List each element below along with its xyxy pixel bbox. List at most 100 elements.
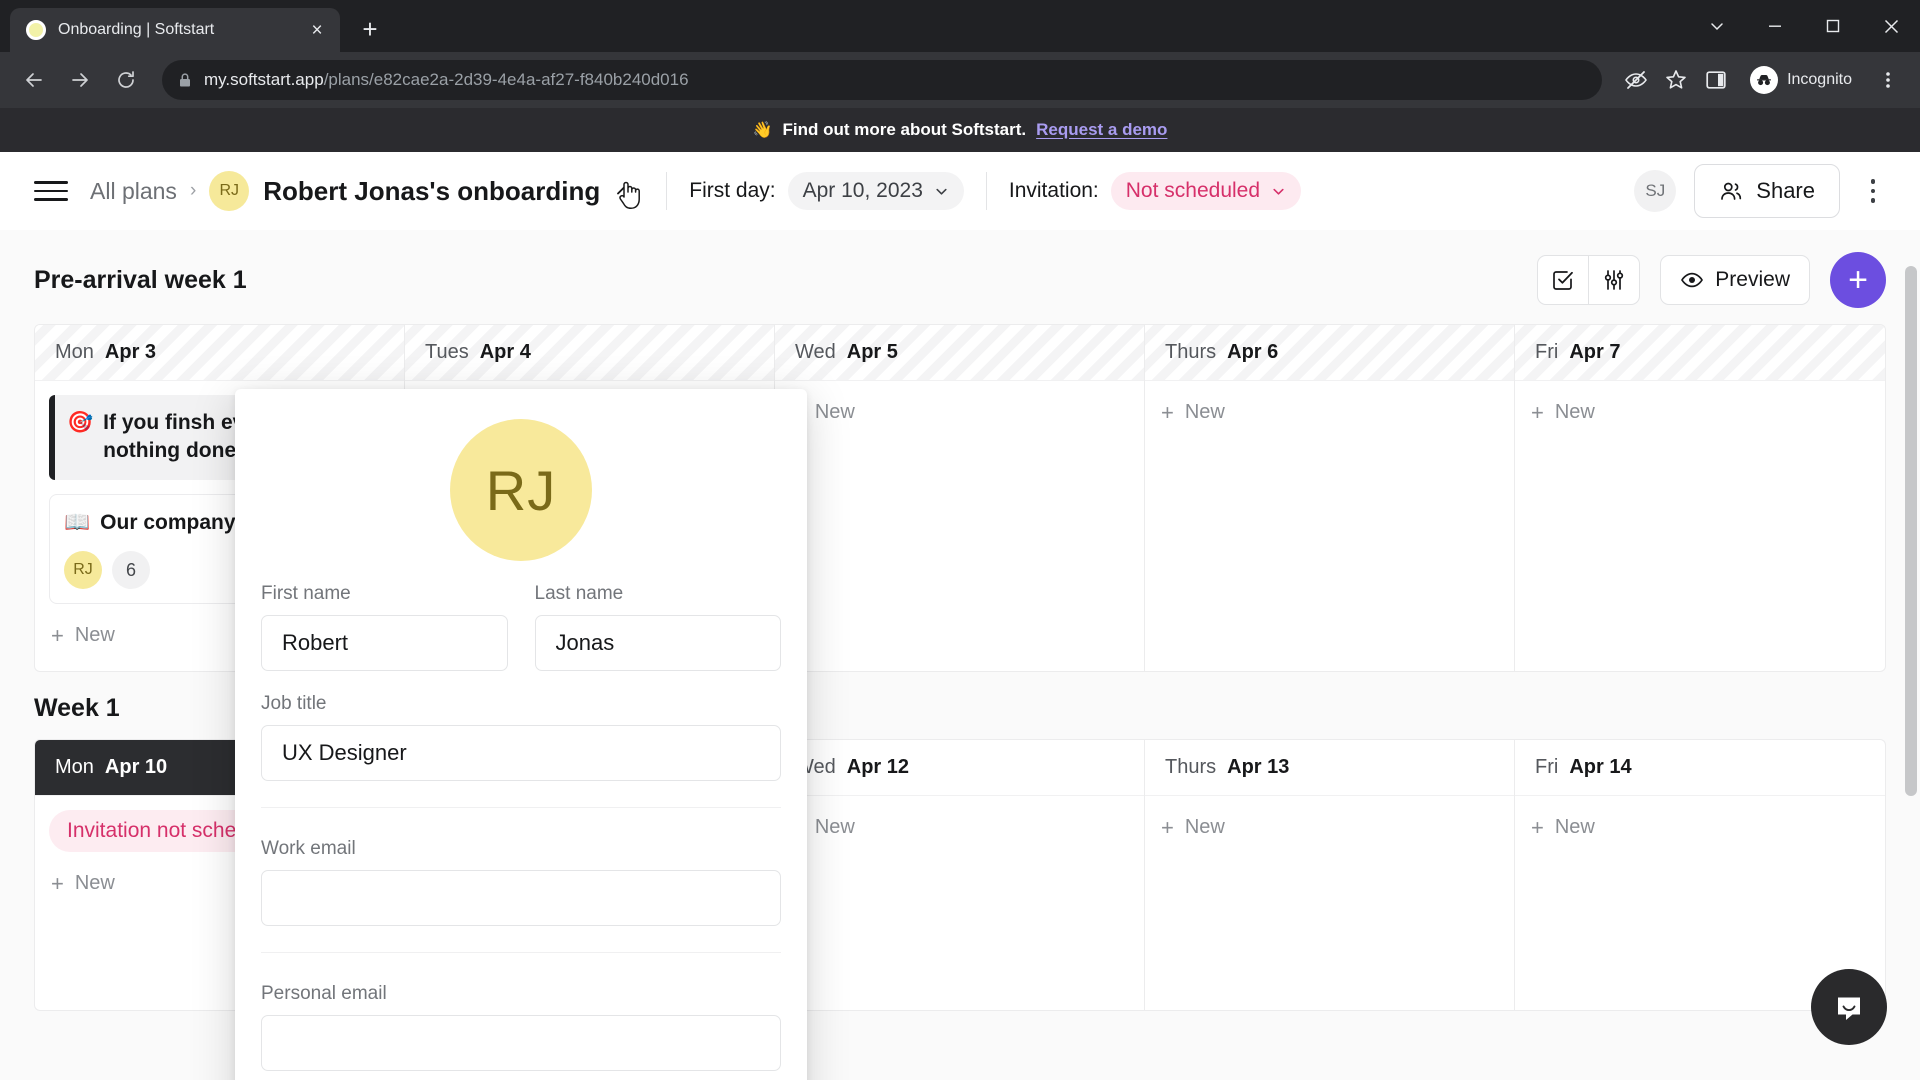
forward-icon[interactable] [60, 60, 100, 100]
plus-icon: + [51, 622, 64, 648]
new-label: New [1554, 401, 1595, 423]
back-icon[interactable] [14, 60, 54, 100]
url-path: /plans/e82cae2a-2d39-4e4a-af27-f840b240d… [323, 70, 689, 89]
browser-tab[interactable]: Onboarding | Softstart × [10, 8, 340, 52]
plan-avatar[interactable]: RJ [209, 171, 250, 211]
plus-icon: + [51, 870, 64, 896]
personal-email-input[interactable] [261, 1015, 781, 1071]
target-emoji-icon: 🎯 [67, 411, 94, 434]
day-of-week: Mon [55, 341, 94, 363]
window-controls [1688, 0, 1920, 52]
first-day-label: First day: [689, 179, 776, 202]
collapse-profile-button[interactable] [604, 171, 644, 211]
new-label: New [74, 872, 115, 895]
add-new-item[interactable]: + New [1159, 395, 1500, 430]
toolbar-actions: Incognito [1618, 62, 1906, 98]
day-column: Fri Apr 7 + New [1515, 325, 1885, 671]
breadcrumb-all-plans[interactable]: All plans [90, 178, 177, 205]
chevron-down-icon [936, 188, 947, 195]
day-body: + New [1515, 796, 1885, 863]
sliders-icon[interactable] [1589, 256, 1639, 304]
share-button[interactable]: Share [1694, 164, 1840, 218]
eye-off-icon[interactable] [1618, 62, 1654, 98]
day-date: Apr 12 [846, 756, 910, 779]
minimize-icon[interactable] [1746, 0, 1804, 52]
job-title-label: Job title [261, 693, 327, 714]
plus-icon: + [1531, 814, 1544, 840]
browser-menu-icon[interactable] [1870, 62, 1906, 98]
tab-title: Onboarding | Softstart [58, 21, 215, 38]
job-title-field-group: Job title [261, 693, 781, 781]
day-header: Thurs Apr 13 [1145, 740, 1514, 797]
day-header: Thurs Apr 6 [1145, 325, 1514, 381]
personal-email-label: Personal email [261, 983, 387, 1004]
subtask-count-badge: 6 [112, 551, 150, 590]
first-name-field-group: First name [261, 583, 508, 671]
browser-toolbar: my.softstart.app/plans/e82cae2a-2d39-4e4… [0, 52, 1920, 108]
day-body: + New [1145, 381, 1514, 448]
day-header: Wed Apr 12 [775, 740, 1144, 797]
plus-icon: + [1161, 814, 1174, 840]
breadcrumb-separator: › [189, 180, 197, 201]
intercom-chat-button[interactable] [1811, 969, 1887, 1045]
address-bar[interactable]: my.softstart.app/plans/e82cae2a-2d39-4e4… [162, 60, 1603, 100]
day-column: Wed Apr 12 + New [775, 740, 1145, 1011]
user-avatar[interactable]: SJ [1634, 170, 1677, 212]
profile-avatar[interactable]: RJ [450, 419, 592, 561]
add-new-item[interactable]: + New [1159, 810, 1500, 845]
day-column: Thurs Apr 6 + New [1145, 325, 1515, 672]
vertical-scrollbar[interactable] [1905, 266, 1917, 796]
add-new-item[interactable]: + New [789, 395, 1130, 430]
day-date: Apr 10 [104, 756, 168, 779]
hamburger-menu-icon[interactable] [34, 174, 68, 208]
new-label: New [74, 624, 115, 647]
incognito-indicator[interactable]: Incognito [1744, 62, 1866, 98]
add-item-button[interactable]: + [1830, 252, 1886, 308]
checkbox-check-icon[interactable] [1538, 256, 1588, 304]
incognito-icon [1750, 66, 1779, 94]
tab-search-icon[interactable] [1688, 0, 1746, 52]
promo-text: Find out more about Softstart. [782, 120, 1027, 139]
day-header: Fri Apr 14 [1515, 740, 1885, 797]
promo-banner: 👋 Find out more about Softstart. Request… [0, 108, 1920, 152]
day-date: Apr 14 [1569, 756, 1632, 779]
day-of-week: Thurs [1165, 756, 1217, 779]
kebab-menu-icon[interactable] [1852, 170, 1894, 212]
reload-icon[interactable] [106, 60, 146, 100]
preview-button[interactable]: Preview [1660, 255, 1810, 305]
job-title-input[interactable] [261, 725, 781, 781]
first-name-input[interactable] [261, 615, 508, 671]
first-day-select[interactable]: Apr 10, 2023 [787, 172, 964, 210]
add-new-item[interactable]: + New [789, 810, 1130, 845]
add-new-item[interactable]: + New [1529, 395, 1871, 430]
day-of-week: Wed [795, 341, 836, 363]
eye-icon [1681, 272, 1704, 288]
day-header: Fri Apr 7 [1515, 325, 1885, 381]
maximize-icon[interactable] [1804, 0, 1862, 52]
new-tab-button[interactable]: + [350, 9, 390, 49]
day-of-week: Fri [1535, 341, 1559, 363]
new-label: New [1554, 816, 1595, 839]
last-name-input[interactable] [534, 615, 781, 671]
first-day-value: Apr 10, 2023 [802, 179, 923, 202]
first-name-label: First name [261, 583, 351, 604]
incognito-label: Incognito [1787, 71, 1852, 88]
day-date: Apr 5 [846, 341, 898, 363]
close-icon[interactable]: × [304, 17, 330, 43]
add-new-item[interactable]: + New [1529, 810, 1871, 845]
invitation-label: Invitation: [1008, 179, 1099, 202]
bookmark-star-icon[interactable] [1658, 62, 1694, 98]
new-label: New [1184, 401, 1225, 423]
book-emoji-icon: 📖 [64, 510, 91, 534]
profile-popover: RJ First name Last name Job title Work e… [235, 389, 807, 1080]
close-window-icon[interactable] [1862, 0, 1920, 52]
side-panel-icon[interactable] [1698, 62, 1734, 98]
invitation-status-select[interactable]: Not scheduled [1110, 172, 1302, 210]
last-name-field-group: Last name [534, 583, 781, 671]
request-demo-link[interactable]: Request a demo [1036, 120, 1167, 140]
day-date: Apr 13 [1227, 756, 1290, 779]
work-email-input[interactable] [261, 870, 781, 926]
browser-tabstrip: Onboarding | Softstart × + [0, 0, 1920, 52]
preview-label: Preview [1715, 268, 1790, 291]
assignee-avatar[interactable]: RJ [64, 551, 102, 590]
